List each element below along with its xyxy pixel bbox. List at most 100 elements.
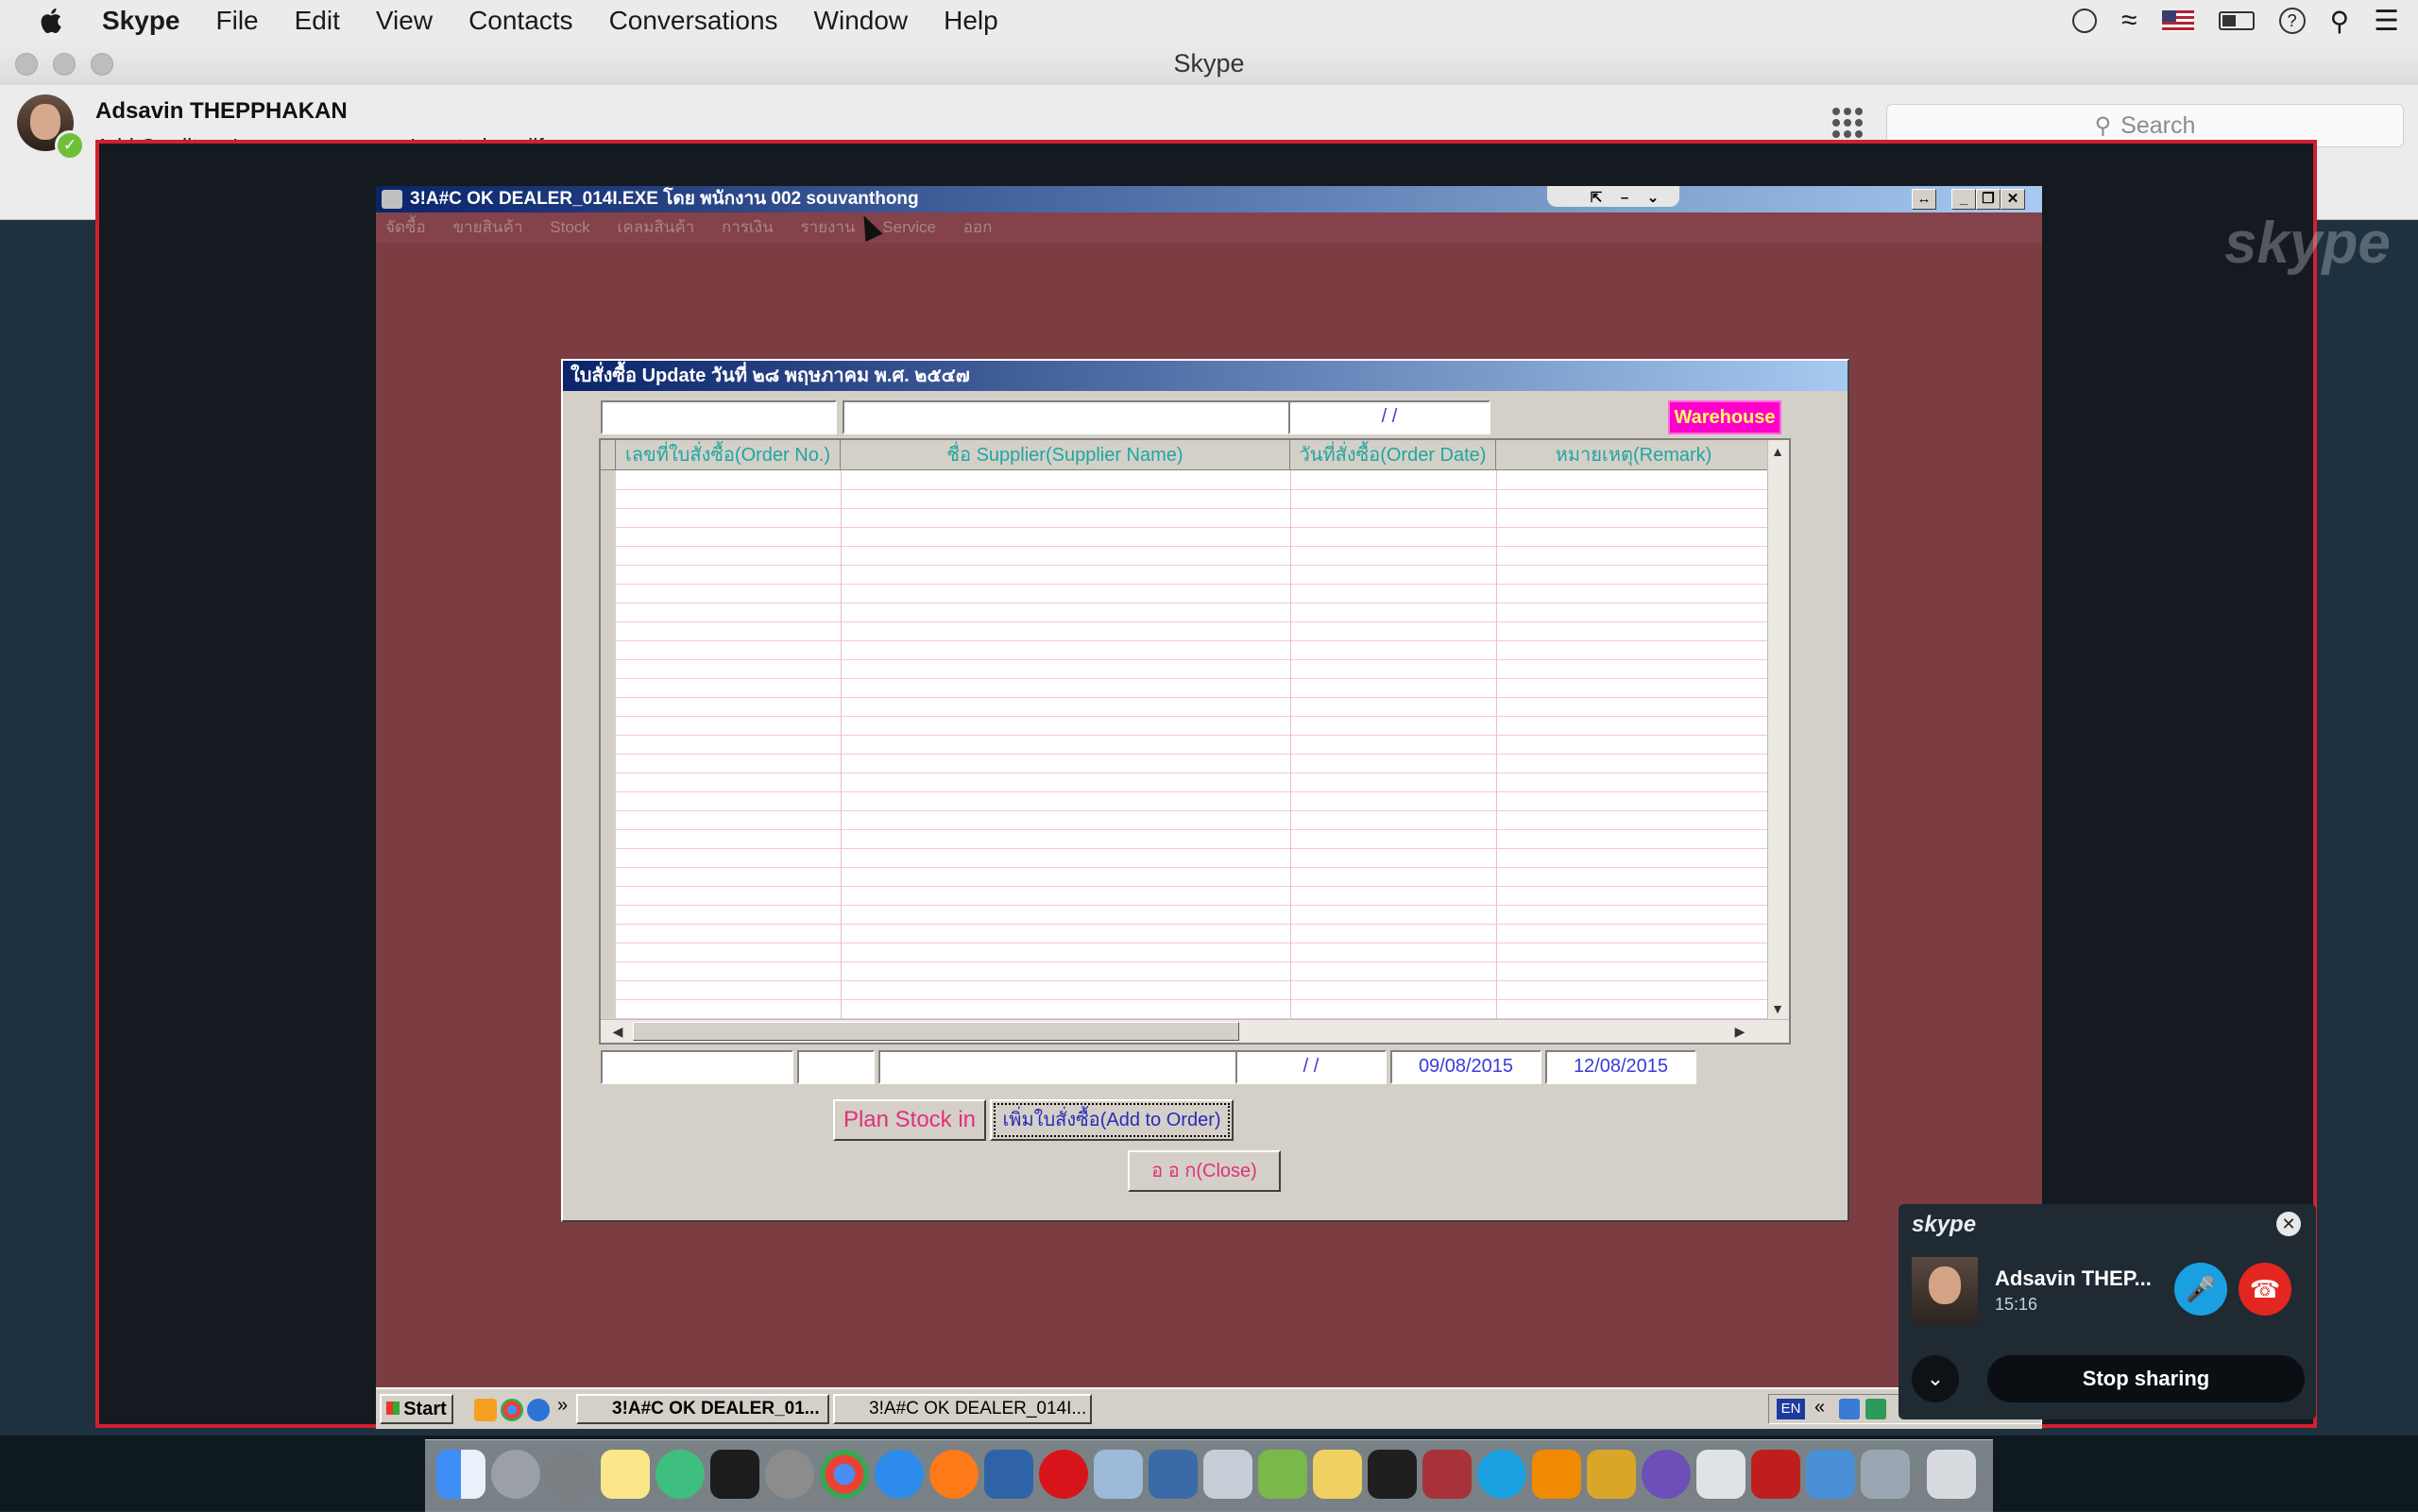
scroll-left-icon[interactable]: ◀: [608, 1022, 627, 1041]
launchpad-icon[interactable]: [491, 1450, 540, 1499]
battery-icon[interactable]: [2218, 11, 2255, 30]
menu-view[interactable]: View: [376, 6, 433, 36]
help-circle-icon[interactable]: ?: [2278, 8, 2306, 34]
taskbar-item[interactable]: 3!A#C OK DEALER_014I...: [833, 1394, 1092, 1424]
column-supplier-name[interactable]: ชื่อ Supplier(Supplier Name): [841, 440, 1290, 470]
footer-date-to[interactable]: 12/08/2015: [1545, 1050, 1696, 1084]
remote-minimize-icon[interactable]: –: [1613, 189, 1636, 208]
column-order-date[interactable]: วันที่สั่งซื้อ(Order Date): [1290, 440, 1496, 470]
warehouse-button[interactable]: Warehouse: [1668, 400, 1781, 434]
wifi-utility-icon[interactable]: [1696, 1450, 1745, 1499]
finder-icon[interactable]: [436, 1450, 485, 1499]
horizontal-scrollbar[interactable]: ◀ ▶: [601, 1019, 1789, 1043]
profile-name[interactable]: Adsavin THEPPHAKAN: [95, 98, 348, 125]
footer-field-2[interactable]: [797, 1050, 875, 1084]
opera-icon[interactable]: [1039, 1450, 1088, 1499]
vertical-scrollbar[interactable]: ▲ ▼: [1767, 440, 1789, 1020]
terminal-icon[interactable]: [710, 1450, 759, 1499]
stickies-icon[interactable]: [1313, 1450, 1362, 1499]
menu-edit[interactable]: Edit: [295, 6, 340, 36]
trash-icon[interactable]: [1927, 1450, 1976, 1499]
stop-sharing-button[interactable]: Stop sharing: [1987, 1355, 2305, 1402]
chrome-icon[interactable]: [501, 1399, 523, 1421]
menu-help[interactable]: Help: [944, 6, 998, 36]
close-window-button[interactable]: [15, 53, 38, 76]
row-selector-column[interactable]: [601, 470, 616, 1020]
add-to-order-button[interactable]: เพิ่มใบสั่งซื้อ(Add to Order): [990, 1099, 1234, 1141]
scroll-down-icon[interactable]: ▼: [1768, 999, 1787, 1018]
notes-icon[interactable]: [601, 1450, 650, 1499]
footer-field-3[interactable]: [878, 1050, 1239, 1084]
hang-up-icon[interactable]: ☎: [2239, 1263, 2291, 1316]
scroll-up-icon[interactable]: ▲: [1768, 442, 1787, 461]
scroll-thumb[interactable]: [633, 1022, 1239, 1041]
safari-icon[interactable]: [875, 1450, 924, 1499]
resize-icon[interactable]: ↔: [1912, 189, 1936, 210]
display-tray-icon[interactable]: [1865, 1399, 1886, 1419]
menu-window[interactable]: Window: [814, 6, 909, 36]
close-dialog-button[interactable]: อ อ ก(Close): [1128, 1150, 1281, 1192]
preview-icon[interactable]: [1861, 1450, 1910, 1499]
apple-icon[interactable]: [36, 5, 68, 37]
order-table[interactable]: เลขที่ใบสั่งซื้อ(Order No.) ชื่อ Supplie…: [599, 438, 1791, 1045]
remote-menu-service[interactable]: Service: [882, 218, 936, 236]
virtualbox-icon[interactable]: [984, 1450, 1033, 1499]
notification-list-icon[interactable]: ☰: [2374, 5, 2399, 38]
remote-menu-sales[interactable]: ขายสินค้า: [452, 218, 522, 236]
scroll-right-icon[interactable]: ▶: [1730, 1022, 1749, 1041]
close-button[interactable]: ✕: [2001, 189, 2025, 210]
remote-menu-exit[interactable]: ออก: [963, 218, 993, 236]
microphone-icon[interactable]: 🎤: [2174, 1263, 2227, 1316]
column-order-no[interactable]: เลขที่ใบสั่งซื้อ(Order No.): [616, 440, 841, 470]
chevron-down-icon[interactable]: ⌄: [1912, 1355, 1959, 1402]
supplier-filter[interactable]: [843, 400, 1300, 434]
zoom-window-button[interactable]: [91, 53, 113, 76]
atom-icon[interactable]: [656, 1450, 705, 1499]
skype-icon[interactable]: [1477, 1450, 1526, 1499]
flag-icon[interactable]: [2161, 10, 2194, 31]
android-studio-icon[interactable]: [1258, 1450, 1307, 1499]
github-icon[interactable]: [1642, 1450, 1691, 1499]
minimize-button[interactable]: _: [1951, 189, 1976, 210]
chevron-down-icon[interactable]: ⌄: [1642, 189, 1664, 208]
xcode-icon[interactable]: [1806, 1450, 1855, 1499]
quicklaunch-app-icon[interactable]: [474, 1399, 497, 1421]
plan-stock-in-button[interactable]: Plan Stock in: [833, 1099, 986, 1141]
order-date-filter[interactable]: / /: [1288, 400, 1490, 434]
remote-menu-report[interactable]: รายงาน: [800, 218, 855, 236]
checkmark-icon[interactable]: [2072, 8, 2098, 33]
vlc-icon[interactable]: [1532, 1450, 1581, 1499]
fullscreen-icon[interactable]: ⇱: [1585, 189, 1608, 208]
tools-icon[interactable]: [1587, 1450, 1636, 1499]
package-icon[interactable]: [1094, 1450, 1143, 1499]
minimize-window-button[interactable]: [53, 53, 76, 76]
restore-button[interactable]: ❐: [1976, 189, 2001, 210]
network-tray-icon[interactable]: [1839, 1399, 1860, 1419]
start-button[interactable]: Start: [380, 1394, 453, 1424]
tray-expand-icon[interactable]: «: [1814, 1397, 1825, 1419]
dialpad-icon[interactable]: [1832, 108, 1863, 138]
menu-file[interactable]: File: [216, 6, 259, 36]
close-icon[interactable]: ✕: [2276, 1212, 2301, 1236]
language-indicator[interactable]: EN: [1777, 1399, 1805, 1419]
wifi-icon[interactable]: ≈: [2121, 5, 2137, 37]
column-remark[interactable]: หมายเหตุ(Remark): [1496, 440, 1772, 470]
footer-date-blank[interactable]: / /: [1235, 1050, 1387, 1084]
menu-contacts[interactable]: Contacts: [468, 6, 573, 36]
chrome-icon[interactable]: [820, 1450, 869, 1499]
system-preferences-icon[interactable]: [546, 1450, 595, 1499]
firefox-icon[interactable]: [929, 1450, 979, 1499]
database-icon[interactable]: [1203, 1450, 1252, 1499]
menu-conversations[interactable]: Conversations: [609, 6, 778, 36]
remote-menu-claim[interactable]: เคลมสินค้า: [618, 218, 695, 236]
activity-monitor-icon[interactable]: [1368, 1450, 1417, 1499]
remote-menu-purchase[interactable]: จัดซื้อ: [385, 218, 426, 236]
spotlight-search-icon[interactable]: ⚲: [2330, 6, 2350, 37]
menu-app-name[interactable]: Skype: [102, 6, 180, 36]
internet-explorer-icon[interactable]: [527, 1399, 550, 1421]
footer-date-from[interactable]: 09/08/2015: [1390, 1050, 1541, 1084]
mysql-workbench-icon[interactable]: [1149, 1450, 1198, 1499]
remote-menu-stock[interactable]: Stock: [550, 218, 590, 236]
more-chevron-icon[interactable]: »: [557, 1395, 568, 1417]
order-no-filter[interactable]: [601, 400, 837, 434]
